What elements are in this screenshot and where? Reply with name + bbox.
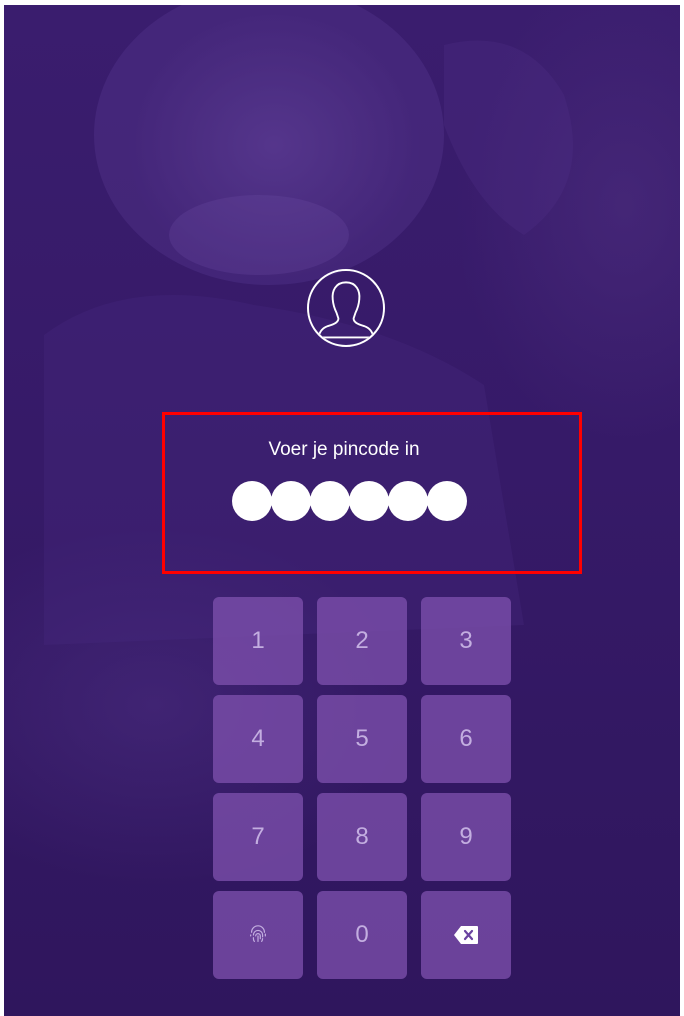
pin-indicator [232,481,467,521]
keypad-key-1[interactable]: 1 [213,597,303,685]
keypad-key-label: 3 [459,627,473,654]
keypad-key-8[interactable]: 8 [317,793,407,881]
keypad-key-label: 2 [355,627,369,654]
backspace-icon [453,925,479,945]
keypad-key-6[interactable]: 6 [421,695,511,783]
keypad-key-label: 8 [355,823,369,850]
keypad-key-label: 5 [355,725,369,752]
keypad-key-label: 6 [459,725,473,752]
keypad-key-label: 0 [355,921,369,948]
backspace-button[interactable] [421,891,511,979]
pin-dot [349,481,389,521]
keypad-key-label: 7 [251,823,265,850]
pin-prompt: Voer je pincode in [268,439,420,460]
pin-dot [310,481,350,521]
pin-dot [388,481,428,521]
keypad-key-9[interactable]: 9 [421,793,511,881]
pin-dot [427,481,467,521]
keypad-key-7[interactable]: 7 [213,793,303,881]
fingerprint-icon [247,924,269,946]
pin-dot [271,481,311,521]
keypad-key-5[interactable]: 5 [317,695,407,783]
fingerprint-button[interactable] [213,891,303,979]
pin-keypad: 1 2 3 4 5 6 7 8 9 0 [213,597,511,979]
login-screen: Voer je pincode in 1 2 3 4 5 6 7 8 9 0 [4,5,680,1016]
keypad-key-label: 1 [251,627,265,654]
user-silhouette-icon [307,269,385,347]
keypad-key-3[interactable]: 3 [421,597,511,685]
keypad-key-2[interactable]: 2 [317,597,407,685]
keypad-key-4[interactable]: 4 [213,695,303,783]
pin-dot [232,481,272,521]
keypad-key-0[interactable]: 0 [317,891,407,979]
keypad-key-label: 4 [251,725,265,752]
keypad-key-label: 9 [459,823,473,850]
